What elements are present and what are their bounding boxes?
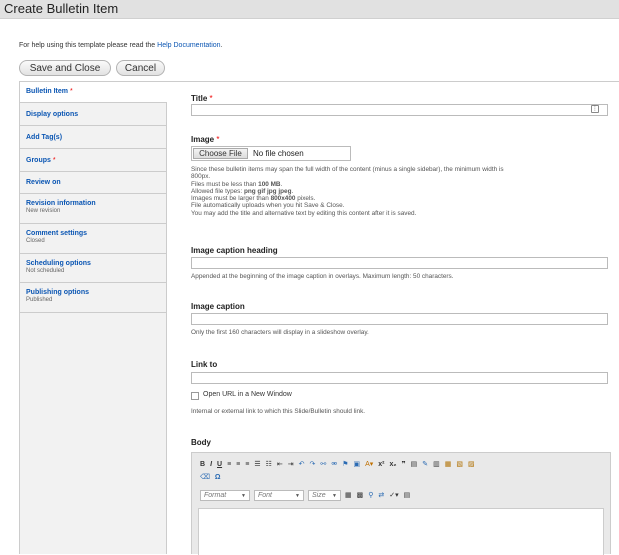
- caption-heading-label: Image caption heading: [191, 246, 278, 255]
- tab-review-on[interactable]: Review on: [20, 172, 166, 194]
- tab-label: Display options: [26, 111, 79, 118]
- redo-icon[interactable]: ↷: [310, 460, 316, 469]
- align-left-icon[interactable]: ≡: [227, 460, 231, 469]
- image-icon[interactable]: ▣: [353, 460, 360, 469]
- image-label: Image *: [191, 135, 220, 144]
- caption-help: Only the first 160 characters will displ…: [191, 329, 369, 336]
- new-window-checkbox[interactable]: [191, 392, 199, 400]
- tab-label: Comment settings: [26, 230, 88, 237]
- tab-label: Bulletin Item *: [26, 88, 73, 95]
- new-window-label[interactable]: Open URL in a New Window: [203, 391, 292, 398]
- title-bar: Create Bulletin Item: [0, 0, 619, 19]
- tab-label: Revision information: [26, 200, 96, 207]
- link-icon[interactable]: ⚯: [320, 460, 326, 469]
- size-select[interactable]: Size ▼: [308, 490, 341, 501]
- toolbar-row-2: ⌫ Ω: [200, 473, 226, 482]
- help-suffix: .: [220, 42, 223, 49]
- title-input[interactable]: [191, 104, 608, 116]
- title-label: Title *: [191, 94, 213, 103]
- window-title: Create Bulletin Item: [4, 1, 119, 16]
- indent-icon[interactable]: ⇥: [288, 460, 294, 469]
- toolbar-row-1: B I U ≡ ≡ ≡ ☰ ☷ ⇤ ⇥ ↶ ↷ ⚯ ⚮ ⚑ ▣ A▾ x² x₂…: [200, 460, 480, 469]
- tab-label: Publishing options: [26, 289, 89, 296]
- anchor-icon[interactable]: ⚑: [342, 460, 348, 469]
- choose-file-button[interactable]: Choose File: [193, 148, 248, 159]
- link-help: Internal or external link to which this …: [191, 408, 366, 415]
- tab-label: Review on: [26, 179, 61, 186]
- text-color-icon[interactable]: A▾: [365, 460, 373, 469]
- format-select[interactable]: Format ▼: [200, 490, 250, 501]
- outdent-icon[interactable]: ⇤: [277, 460, 283, 469]
- find-icon[interactable]: ⚲: [368, 491, 373, 500]
- eraser-icon[interactable]: ⌫: [200, 473, 210, 482]
- body-edit-area[interactable]: [198, 508, 604, 555]
- tab-summary: New revision: [26, 208, 61, 214]
- undo-icon[interactable]: ↶: [299, 460, 305, 469]
- top-divider: [166, 81, 619, 82]
- help-prefix: For help using this template please read…: [19, 42, 156, 49]
- numbered-list-icon[interactable]: ☷: [266, 460, 272, 469]
- special-character-icon[interactable]: Ω: [215, 473, 221, 482]
- table-icon[interactable]: ▦: [345, 491, 352, 500]
- body-label: Body: [191, 438, 211, 447]
- tab-revision-information[interactable]: Revision information New revision: [20, 194, 166, 224]
- caption-label: Image caption: [191, 302, 245, 311]
- toolbar-row-3: Format ▼ Font ▼ Size ▼ ▦ ▩ ⚲ ⇄ ✓▾ ▤: [200, 490, 415, 501]
- blockquote-icon[interactable]: ❞: [402, 460, 406, 469]
- tab-label: Add Tag(s): [26, 134, 63, 141]
- superscript-icon[interactable]: x²: [378, 460, 384, 469]
- spellcheck-icon[interactable]: ✓▾: [389, 491, 398, 500]
- source-icon[interactable]: ▤: [404, 491, 411, 500]
- tab-display-options[interactable]: Display options: [20, 103, 166, 126]
- vertical-tabs: Bulletin Item * Display options Add Tag(…: [19, 81, 167, 554]
- underline-icon[interactable]: U: [217, 460, 222, 469]
- bold-icon[interactable]: B: [200, 460, 205, 469]
- remove-format-icon[interactable]: ✎: [422, 460, 428, 469]
- caption-input[interactable]: [191, 313, 608, 325]
- paste-from-word-icon[interactable]: ▨: [468, 460, 475, 469]
- tab-bulletin-item[interactable]: Bulletin Item *: [20, 82, 167, 103]
- unlink-icon[interactable]: ⚮: [331, 460, 337, 469]
- tab-label: Groups *: [26, 157, 56, 164]
- font-select[interactable]: Font ▼: [254, 490, 304, 501]
- tab-summary: Closed: [26, 238, 45, 244]
- show-blocks-icon[interactable]: ▩: [357, 491, 364, 500]
- horizontal-rule-icon[interactable]: ▤: [411, 460, 418, 469]
- italic-icon[interactable]: I: [210, 460, 212, 469]
- align-center-icon[interactable]: ≡: [236, 460, 240, 469]
- paste-icon[interactable]: ▥: [433, 460, 440, 469]
- help-text: For help using this template please read…: [19, 42, 223, 49]
- body-editor: B I U ≡ ≡ ≡ ☰ ☷ ⇤ ⇥ ↶ ↷ ⚯ ⚮ ⚑ ▣ A▾ x² x₂…: [191, 452, 611, 555]
- paste-word-icon[interactable]: ▧: [456, 460, 463, 469]
- tab-summary: Not scheduled: [26, 268, 65, 274]
- paste-text-icon[interactable]: ▦: [445, 460, 452, 469]
- tab-label: Scheduling options: [26, 260, 91, 267]
- replace-icon[interactable]: ⇄: [378, 491, 384, 500]
- caption-heading-input[interactable]: [191, 257, 608, 269]
- tab-comment-settings[interactable]: Comment settings Closed: [20, 224, 166, 254]
- save-and-close-button[interactable]: Save and Close: [19, 60, 111, 76]
- subscript-icon[interactable]: x₂: [390, 460, 397, 469]
- link-input[interactable]: [191, 372, 608, 384]
- link-label: Link to: [191, 360, 218, 369]
- file-status: No file chosen: [253, 149, 304, 158]
- ellipsis-icon[interactable]: ⋮: [591, 105, 599, 113]
- help-documentation-link[interactable]: Help Documentation: [157, 42, 220, 49]
- image-help: Since these bulletin items may span the …: [191, 166, 504, 217]
- tab-publishing-options[interactable]: Publishing options Published: [20, 283, 166, 313]
- align-right-icon[interactable]: ≡: [245, 460, 249, 469]
- tab-scheduling-options[interactable]: Scheduling options Not scheduled: [20, 254, 166, 283]
- caption-heading-help: Appended at the beginning of the image c…: [191, 273, 454, 280]
- tab-groups[interactable]: Groups *: [20, 149, 166, 172]
- bulleted-list-icon[interactable]: ☰: [254, 460, 260, 469]
- image-file-input[interactable]: Choose File No file chosen: [191, 146, 351, 161]
- tab-add-tags[interactable]: Add Tag(s): [20, 126, 166, 149]
- cancel-button[interactable]: Cancel: [116, 60, 165, 76]
- tab-summary: Published: [26, 297, 53, 303]
